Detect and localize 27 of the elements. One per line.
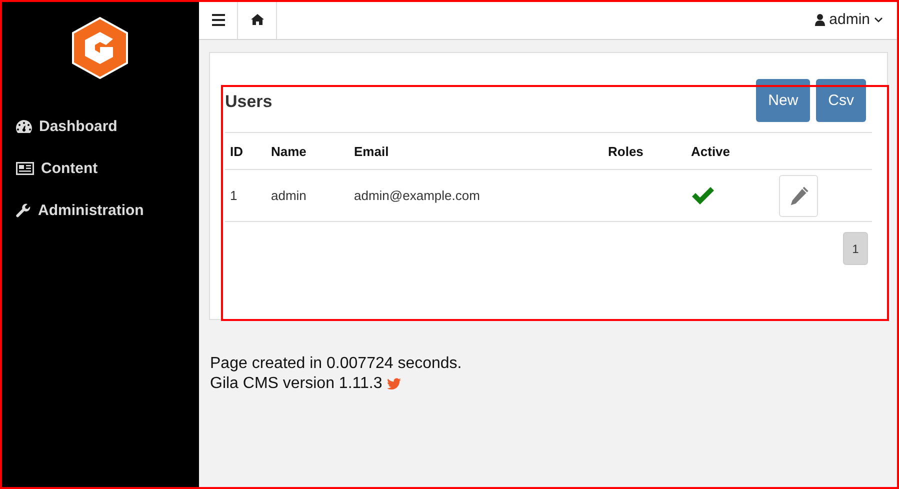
- bird-icon[interactable]: [387, 378, 402, 390]
- sidebar-item[interactable]: Administration: [0, 189, 199, 231]
- column-header: Active: [686, 132, 774, 170]
- edit-button[interactable]: [779, 174, 818, 216]
- action-button[interactable]: New: [756, 78, 810, 122]
- column-header: Name: [266, 132, 349, 170]
- pencil-icon: [788, 184, 810, 206]
- table-cell: 1: [225, 170, 266, 222]
- wrench-icon: [16, 202, 31, 218]
- page-button[interactable]: 1: [843, 232, 868, 265]
- user-icon: [815, 14, 826, 26]
- page-timing-text: Page created in 0.007724 seconds.: [210, 354, 463, 374]
- menu-icon: [212, 14, 224, 26]
- version-text: Gila CMS version 1.11.3: [210, 374, 382, 394]
- panel-title: Users: [225, 92, 272, 112]
- table-cell: admin@example.com: [349, 170, 603, 222]
- newspaper-icon: [16, 162, 34, 174]
- column-header: Email: [349, 132, 603, 170]
- chevron-down-icon: [874, 16, 883, 22]
- gauge-icon: [16, 120, 32, 132]
- table-cell: admin: [266, 170, 349, 222]
- column-header: ID: [225, 132, 266, 170]
- sidebar-item[interactable]: Dashboard: [0, 105, 199, 147]
- column-header: Roles: [603, 132, 686, 170]
- action-button[interactable]: Csv: [816, 78, 866, 122]
- home-icon: [250, 14, 264, 25]
- sidebar-item[interactable]: Content: [0, 147, 199, 189]
